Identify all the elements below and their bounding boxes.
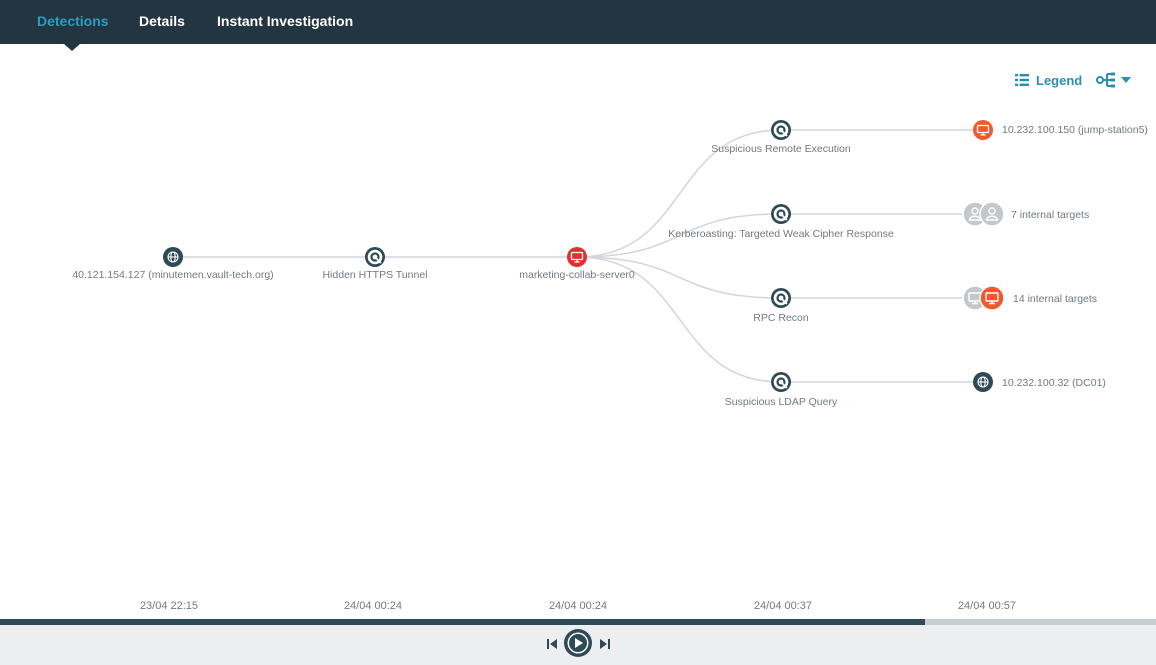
- timeline-tick: 24/04 00:37: [753, 600, 813, 612]
- node-ldap-query[interactable]: [771, 372, 791, 392]
- node-server[interactable]: [567, 247, 587, 267]
- node-dc01[interactable]: [973, 372, 993, 392]
- node-label-server: marketing-collab-server0: [519, 269, 635, 281]
- monitor-icon: [979, 285, 1005, 311]
- node-label-kerberoasting: Kerberoasting: Targeted Weak Cipher Resp…: [668, 228, 894, 240]
- node-remote-exec[interactable]: [771, 120, 791, 140]
- timeline-tick: 24/04 00:24: [343, 600, 403, 612]
- playback-controls: [0, 625, 1156, 665]
- play-icon[interactable]: [563, 628, 593, 658]
- node-tunnel[interactable]: [365, 247, 385, 267]
- attack-graph: [163, 120, 1005, 392]
- user-icon: [979, 201, 1005, 227]
- node-jump-station[interactable]: [973, 120, 993, 140]
- detection-icon: [773, 122, 789, 138]
- detection-icon: [773, 206, 789, 222]
- node-kerberoasting[interactable]: [771, 204, 791, 224]
- timeline-axis: 23/04 22:15 24/04 00:24 24/04 00:24 24/0…: [0, 600, 1156, 616]
- node-label-remote-exec: Suspicious Remote Execution: [711, 143, 851, 155]
- node-label-tunnel: Hidden HTTPS Tunnel: [322, 269, 428, 281]
- node-internal-14[interactable]: [962, 285, 1005, 311]
- timeline-tick: 24/04 00:24: [548, 600, 608, 612]
- node-rpc-recon[interactable]: [771, 288, 791, 308]
- node-label-ldap-query: Suspicious LDAP Query: [724, 396, 838, 408]
- node-label-attacker: 40.121.154.127 (minutemen.vault-tech.org…: [72, 269, 274, 281]
- timeline-tick: 24/04 00:57: [957, 600, 1017, 612]
- node-label-rpc-recon: RPC Recon: [753, 312, 809, 324]
- detection-icon: [773, 290, 789, 306]
- timeline-tick: 23/04 22:15: [139, 600, 199, 612]
- node-label-jump-station: 10.232.100.150 (jump-station5): [1002, 124, 1148, 136]
- node-label-dc01: 10.232.100.32 (DC01): [1002, 377, 1106, 389]
- node-attacker[interactable]: [163, 247, 183, 267]
- node-internal-7[interactable]: [962, 201, 1005, 227]
- skip-forward-icon[interactable]: [599, 638, 611, 650]
- node-label-internal-7: 7 internal targets: [1011, 209, 1090, 221]
- skip-back-icon[interactable]: [546, 638, 558, 650]
- detection-icon: [773, 374, 789, 390]
- node-label-internal-14: 14 internal targets: [1013, 293, 1098, 305]
- detection-icon: [367, 249, 383, 265]
